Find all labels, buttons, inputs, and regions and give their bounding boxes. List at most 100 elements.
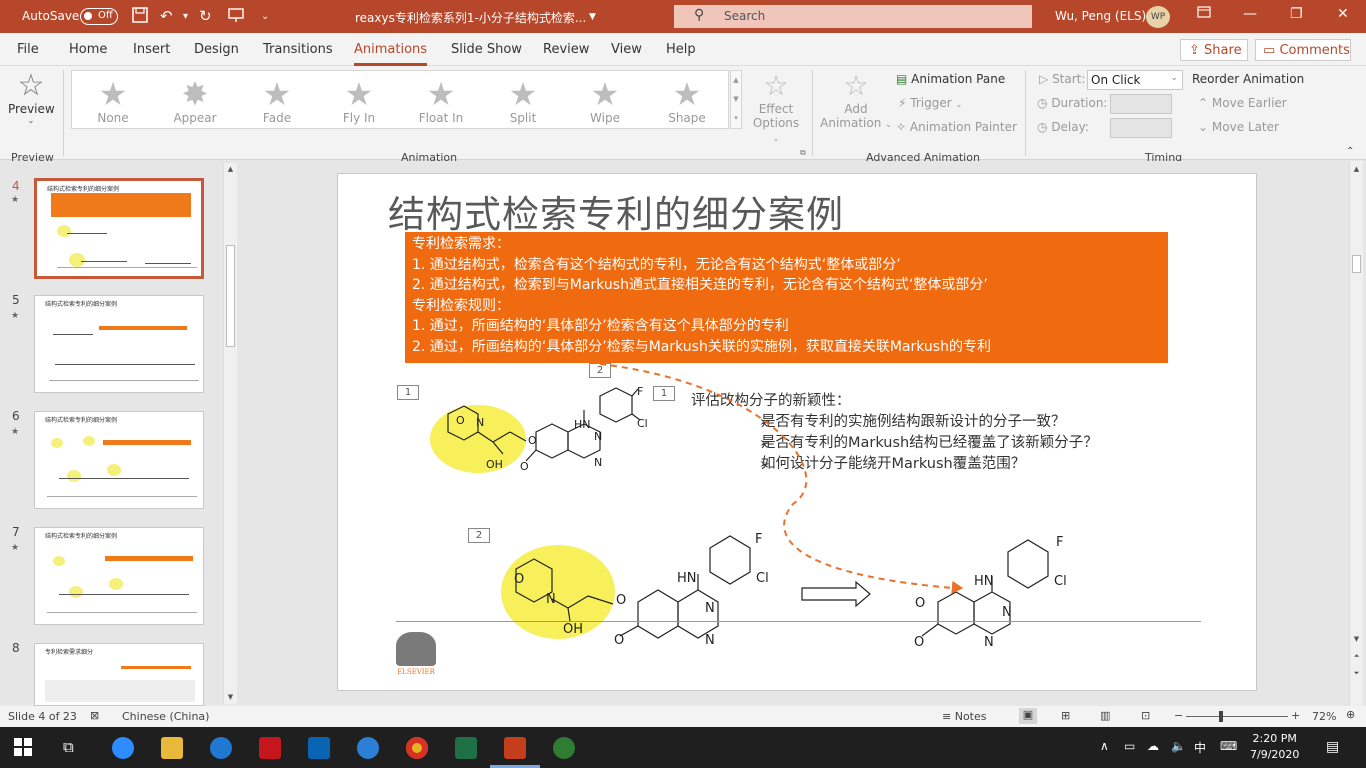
animation-float-in[interactable]: ★ Float In xyxy=(406,77,476,125)
move-earlier-button[interactable]: ⌃ Move Earlier xyxy=(1198,96,1287,110)
action-center-icon[interactable]: ▤ xyxy=(1326,739,1339,755)
network-icon[interactable]: ▭ xyxy=(1124,739,1135,753)
accessibility-icon[interactable]: ⊠ xyxy=(90,709,99,722)
trigger-button[interactable]: ⚡ Trigger ⌄ xyxy=(898,96,962,110)
edge-browser-icon[interactable] xyxy=(210,737,232,759)
minimize-icon[interactable]: — xyxy=(1243,6,1257,22)
chrome-icon[interactable] xyxy=(406,737,428,759)
doc-title-dropdown-icon[interactable]: ▼ xyxy=(589,12,596,22)
scroll-down-icon[interactable]: ▼ xyxy=(1350,633,1363,645)
start-from-beginning-icon[interactable] xyxy=(228,7,244,27)
zoom-app-icon[interactable] xyxy=(112,737,134,759)
task-view-icon[interactable]: ⧉ xyxy=(63,738,74,756)
reading-view-icon[interactable]: ▥ xyxy=(1100,709,1110,722)
animation-appear[interactable]: ✸ Appear xyxy=(160,77,230,125)
animation-none[interactable]: ★ None xyxy=(78,77,148,125)
chemdraw-icon[interactable] xyxy=(553,737,575,759)
notes-button[interactable]: ≡ Notes xyxy=(942,710,987,723)
next-slide-icon[interactable]: ⏷ xyxy=(1350,667,1363,679)
tab-view[interactable]: View xyxy=(611,42,642,57)
slide-thumbnail-4[interactable]: 结构式检索专利的细分案例 xyxy=(34,178,204,279)
zoom-slider[interactable] xyxy=(1186,711,1288,722)
tab-animations[interactable]: Animations xyxy=(354,42,428,66)
tab-review[interactable]: Review xyxy=(543,42,589,57)
slide-sorter-icon[interactable]: ⊞ xyxy=(1061,709,1070,722)
gallery-more-icon[interactable]: ▾ xyxy=(731,109,741,128)
comments-button[interactable]: ▭ Comments xyxy=(1255,39,1351,61)
animation-fly-in[interactable]: ★ Fly In xyxy=(324,77,394,125)
duration-input[interactable] xyxy=(1110,94,1172,114)
slide-thumbnail-6[interactable]: 结构式检索专利的细分案例 xyxy=(34,411,204,509)
slide-indicator[interactable]: Slide 4 of 23 xyxy=(8,710,77,723)
keyboard-icon[interactable]: ⌨ xyxy=(1220,739,1237,753)
dialog-launcher-icon[interactable]: ⧉ xyxy=(800,148,806,158)
onedrive-icon[interactable]: ☁ xyxy=(1147,739,1159,753)
previous-slide-icon[interactable]: ⏶ xyxy=(1350,650,1363,662)
editor-scrollbar[interactable]: ▲ ▼ ⏶ ⏷ xyxy=(1349,161,1363,706)
slide-thumbnail-8[interactable]: 专利检索需求细分 xyxy=(34,643,204,706)
gallery-scrollbar[interactable]: ▲ ▼ ▾ xyxy=(730,70,742,129)
scroll-down-icon[interactable]: ▼ xyxy=(224,691,237,703)
collapse-ribbon-icon[interactable]: ⌃ xyxy=(1346,146,1354,157)
close-icon[interactable]: ✕ xyxy=(1337,6,1349,22)
slideshow-icon[interactable]: ⊡ xyxy=(1141,709,1150,722)
scrollbar-thumb[interactable] xyxy=(226,245,235,347)
excel-icon[interactable] xyxy=(455,737,477,759)
animation-fade[interactable]: ★ Fade xyxy=(242,77,312,125)
autosave-toggle[interactable]: Off xyxy=(80,8,118,25)
scroll-up-icon[interactable]: ▲ xyxy=(224,163,237,175)
thumbnail-scrollbar[interactable]: ▲ ▼ xyxy=(223,163,237,704)
windows-start-icon[interactable] xyxy=(14,738,32,759)
customize-qat-icon[interactable]: ⌄ xyxy=(261,11,269,22)
zoom-in-icon[interactable]: + xyxy=(1291,709,1300,722)
move-later-button[interactable]: ⌄ Move Later xyxy=(1198,120,1279,134)
preview-button[interactable]: ☆ Preview ⌄ xyxy=(8,70,55,132)
undo-icon[interactable]: ↶ xyxy=(160,7,173,25)
tab-file[interactable]: File xyxy=(17,42,39,57)
animation-shape[interactable]: ★ Shape xyxy=(652,77,722,125)
tab-home[interactable]: Home xyxy=(69,42,107,57)
slide-canvas[interactable]: 结构式检索专利的细分案例 专利检索需求： 1. 通过结构式，检索含有这个结构式的… xyxy=(337,173,1257,691)
zoom-level[interactable]: 72% xyxy=(1312,710,1336,723)
scroll-up-icon[interactable]: ▲ xyxy=(1350,163,1363,175)
animation-pane-button[interactable]: ▤ Animation Pane xyxy=(896,72,1005,86)
gallery-down-icon[interactable]: ▼ xyxy=(731,90,741,109)
tab-transitions[interactable]: Transitions xyxy=(263,42,333,57)
ime-indicator[interactable]: 中 xyxy=(1194,739,1206,756)
outlook-icon[interactable] xyxy=(308,737,330,759)
animation-painter-button[interactable]: ✧ Animation Painter xyxy=(896,120,1017,134)
ribbon-display-options-icon[interactable] xyxy=(1197,6,1211,22)
zoom-slider-thumb[interactable] xyxy=(1219,711,1223,722)
start-select[interactable]: On Click ⌄ xyxy=(1087,70,1183,90)
user-name[interactable]: Wu, Peng (ELS) xyxy=(1055,9,1146,23)
system-clock[interactable]: 2:20 PM 7/9/2020 xyxy=(1250,731,1299,763)
delay-input[interactable] xyxy=(1110,118,1172,138)
effect-options-button[interactable]: ☆ Effect Options ⌄ xyxy=(748,70,804,144)
undo-dropdown-icon[interactable]: ▾ xyxy=(183,11,188,22)
redo-icon[interactable]: ↻ xyxy=(199,7,212,25)
scrollbar-thumb[interactable] xyxy=(1352,255,1361,273)
save-icon[interactable] xyxy=(132,7,148,27)
animation-split[interactable]: ★ Split xyxy=(488,77,558,125)
tab-help[interactable]: Help xyxy=(666,42,696,57)
tray-expand-icon[interactable]: ∧ xyxy=(1100,739,1109,753)
file-explorer-icon[interactable] xyxy=(161,737,183,759)
tab-design[interactable]: Design xyxy=(194,42,239,57)
cortana-icon[interactable] xyxy=(357,737,379,759)
share-button[interactable]: ⇪ Share xyxy=(1180,39,1248,61)
add-animation-button[interactable]: ☆ Add Animation ⌄ xyxy=(820,70,892,131)
volume-icon[interactable]: 🔈 xyxy=(1171,739,1186,753)
acrobat-icon[interactable] xyxy=(259,737,281,759)
slide-thumbnail-7[interactable]: 结构式检索专利的细分案例 xyxy=(34,527,204,625)
tab-insert[interactable]: Insert xyxy=(133,42,170,57)
zoom-out-icon[interactable]: − xyxy=(1174,709,1183,722)
restore-icon[interactable]: ❐ xyxy=(1290,6,1303,22)
gallery-up-icon[interactable]: ▲ xyxy=(731,71,741,90)
slide-thumbnail-5[interactable]: 结构式检索专利的细分案例 xyxy=(34,295,204,393)
tab-slide-show[interactable]: Slide Show xyxy=(451,42,522,57)
avatar[interactable]: WP xyxy=(1146,6,1170,28)
normal-view-icon[interactable]: ▣ xyxy=(1019,708,1037,724)
language-indicator[interactable]: Chinese (China) xyxy=(122,710,209,723)
animation-wipe[interactable]: ★ Wipe xyxy=(570,77,640,125)
powerpoint-icon[interactable] xyxy=(504,737,526,759)
